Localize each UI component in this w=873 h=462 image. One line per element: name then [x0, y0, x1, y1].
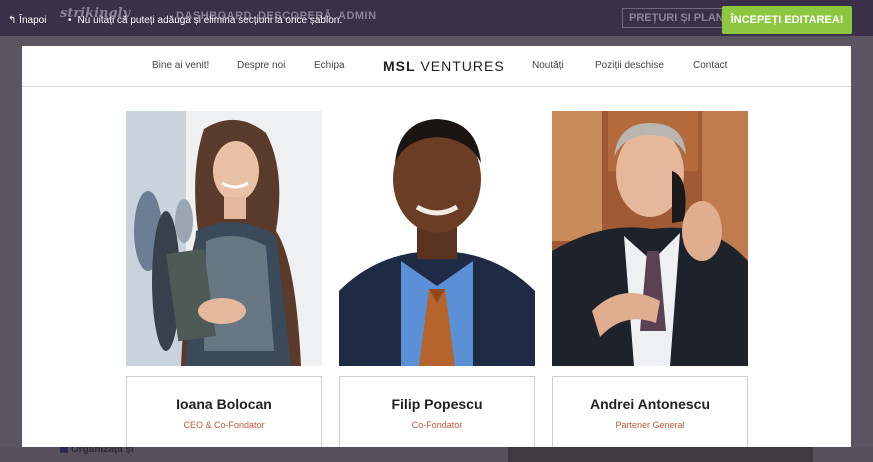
bullet-icon: • — [68, 15, 72, 26]
nav-about[interactable]: Despre noi — [237, 60, 285, 71]
site-logo[interactable]: MSL VENTURES — [383, 58, 505, 74]
site-navbar: Bine ai venit! Despre noi Echipa MSL VEN… — [22, 46, 851, 87]
nav-open-positions[interactable]: Poziții deschise — [595, 60, 664, 71]
nav-news[interactable]: Noutăți — [532, 60, 564, 71]
team-card-info: Andrei Antonescu Partener General — [552, 376, 748, 447]
team-member-name: Filip Popescu — [391, 396, 483, 412]
nav-welcome[interactable]: Bine ai venit! — [152, 60, 209, 71]
back-link[interactable]: ↰ Înapoi — [8, 15, 46, 26]
team-photo-man-phone — [552, 111, 748, 366]
bg-page-bottom-dark — [508, 447, 813, 462]
back-label: Înapoi — [19, 15, 47, 26]
team-card: Andrei Antonescu Partener General — [552, 111, 748, 447]
template-preview: Bine ai venit! Despre noi Echipa MSL VEN… — [22, 46, 851, 447]
logo-bold: MSL — [383, 58, 416, 74]
notice-text: Nu uitați că puteți adăuga și elimina se… — [77, 15, 343, 26]
logo-light: VENTURES — [420, 58, 505, 74]
team-photo-woman — [126, 111, 322, 366]
bg-nav-admin: ADMIN — [338, 10, 377, 22]
back-arrow-icon: ↰ — [8, 15, 17, 26]
team-card-info: Ioana Bolocan CEO & Co-Fondator — [126, 376, 322, 447]
team-member-name: Ioana Bolocan — [176, 396, 272, 412]
nav-team[interactable]: Echipa — [314, 60, 345, 71]
team-card-info: Filip Popescu Co-Fondator — [339, 376, 535, 447]
team-member-role: Co-Fondator — [411, 420, 463, 430]
team-member-role: CEO & Co-Fondator — [183, 420, 265, 430]
team-member-role: Partener General — [615, 420, 685, 430]
team-photo-man-suit — [339, 111, 535, 366]
team-card: Filip Popescu Co-Fondator — [339, 111, 535, 447]
nav-contact[interactable]: Contact — [693, 60, 727, 71]
start-editing-button[interactable]: ÎNCEPEȚI EDITAREA! — [722, 6, 852, 34]
team-member-name: Andrei Antonescu — [589, 396, 711, 412]
team-card: Ioana Bolocan CEO & Co-Fondator — [126, 111, 322, 447]
template-notice: • Nu uitați că puteți adăuga și elimina s… — [68, 15, 342, 26]
